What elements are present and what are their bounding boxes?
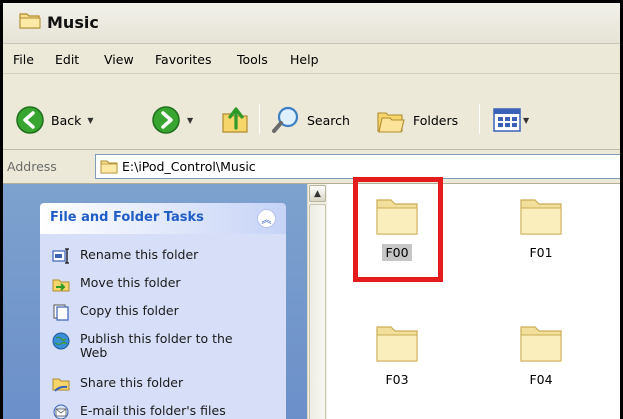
views-button[interactable]: ▼ (493, 108, 529, 132)
task-label: Rename this folder (80, 247, 199, 262)
scroll-up-arrow-icon[interactable]: ▲ (309, 185, 326, 202)
back-arrow-icon (16, 106, 44, 134)
search-label: Search (307, 112, 350, 128)
up-folder-button[interactable] (221, 104, 249, 134)
folder-icon (520, 326, 562, 362)
rename-icon (52, 248, 69, 264)
folder-icon (520, 199, 562, 235)
task-label: E-mail this folder's files (80, 403, 226, 418)
search-icon (272, 106, 299, 133)
address-label: Address (7, 159, 57, 174)
task-share-folder[interactable]: Share this folder (52, 376, 183, 392)
move-icon (52, 279, 70, 292)
tasks-title: File and Folder Tasks (50, 210, 204, 225)
red-highlight-box (353, 177, 443, 282)
toolbar: Back ▼ ▼ Search Folders ▼ (3, 74, 620, 150)
up-folder-icon (222, 107, 248, 133)
task-label: Publish this folder to the Web (80, 331, 233, 360)
folders-icon (377, 112, 405, 133)
menu-edit[interactable]: Edit (55, 52, 79, 67)
menu-file[interactable]: File (13, 52, 34, 67)
tasks-list: Rename this folder Move this folder Copy… (40, 234, 286, 419)
task-email-files[interactable]: E-mail this folder's files (52, 404, 226, 419)
collapse-chevron-icon[interactable]: ︽ (257, 209, 276, 228)
explorer-window: Music File Edit View Favorites Tools Hel… (0, 0, 623, 419)
email-icon (53, 404, 69, 419)
task-copy-folder[interactable]: Copy this folder (52, 304, 179, 321)
title-bar: Music (3, 3, 620, 44)
folder-icon (19, 13, 41, 29)
forward-dropdown-icon[interactable]: ▼ (187, 116, 193, 125)
toolbar-separator (259, 104, 260, 134)
copy-icon (53, 304, 69, 321)
folder-item-f01[interactable]: F01 (491, 194, 591, 261)
folder-content-view: F00 F01 F03 F04 (327, 177, 620, 419)
task-rename-folder[interactable]: Rename this folder (52, 248, 198, 264)
menu-tools[interactable]: Tools (237, 52, 268, 67)
folders-label: Folders (413, 112, 459, 128)
search-button[interactable]: Search (271, 105, 350, 135)
folder-icon (100, 160, 118, 174)
back-label: Back (51, 112, 82, 128)
forward-arrow-icon (152, 106, 180, 134)
share-icon (52, 378, 70, 392)
forward-button[interactable]: ▼ (151, 105, 193, 135)
folders-button[interactable]: Folders (375, 105, 458, 135)
toolbar-separator (479, 104, 480, 134)
folder-name: F04 (529, 372, 553, 387)
views-icon (493, 108, 521, 132)
folder-name: F03 (385, 372, 409, 387)
vertical-scrollbar[interactable]: ▲ (307, 184, 327, 419)
task-label: Share this folder (80, 375, 184, 390)
task-move-folder[interactable]: Move this folder (52, 276, 181, 292)
publish-web-icon (52, 332, 70, 350)
task-label: Move this folder (80, 275, 181, 290)
menu-view[interactable]: View (104, 52, 134, 67)
task-publish-web[interactable]: Publish this folder to the Web (52, 332, 240, 360)
folder-icon (376, 326, 418, 362)
menu-bar: File Edit View Favorites Tools Help (3, 44, 620, 74)
scroll-thumb[interactable] (309, 204, 326, 419)
task-label: Copy this folder (80, 303, 179, 318)
folder-item-f04[interactable]: F04 (491, 321, 591, 388)
back-dropdown-icon[interactable]: ▼ (87, 116, 93, 125)
file-folder-tasks-header[interactable]: File and Folder Tasks ︽ (40, 203, 286, 234)
menu-favorites[interactable]: Favorites (155, 52, 211, 67)
task-pane: File and Folder Tasks ︽ Rename this fold… (3, 184, 307, 419)
back-button[interactable]: Back ▼ (15, 105, 94, 135)
address-bar: Address E:\iPod_Control\Music (3, 150, 620, 184)
window-title: Music (47, 13, 99, 32)
address-path: E:\iPod_Control\Music (122, 159, 256, 174)
menu-help[interactable]: Help (290, 52, 319, 67)
views-dropdown-icon[interactable]: ▼ (523, 116, 529, 125)
folder-name: F01 (529, 245, 553, 260)
folder-item-f03[interactable]: F03 (347, 321, 447, 388)
address-input[interactable]: E:\iPod_Control\Music (95, 154, 620, 179)
